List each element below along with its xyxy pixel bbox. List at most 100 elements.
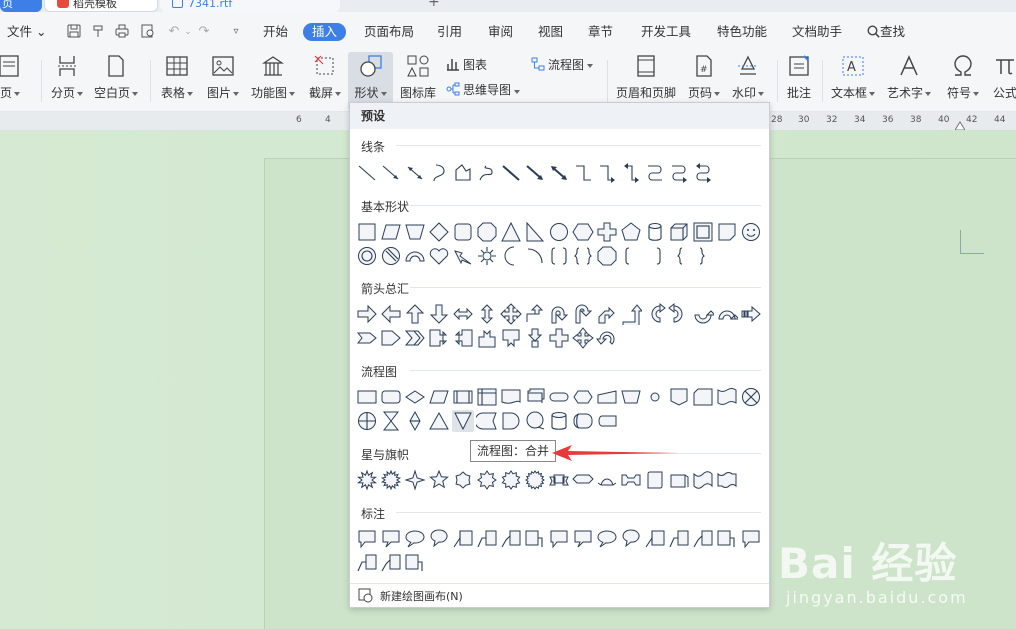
shape-option[interactable] (572, 386, 594, 408)
shape-option[interactable] (474, 410, 498, 432)
shape-option[interactable] (644, 469, 666, 491)
shape-option[interactable] (428, 303, 450, 325)
menu-item-review[interactable]: 审阅 (487, 23, 514, 41)
shape-option[interactable] (668, 469, 690, 491)
tab-home[interactable]: 页 (0, 0, 42, 12)
shape-option[interactable] (596, 303, 618, 325)
shape-option[interactable] (404, 245, 426, 267)
shape-option[interactable] (428, 327, 450, 349)
shape-option[interactable] (620, 221, 642, 243)
shape-option[interactable] (548, 221, 570, 243)
shape-option[interactable] (500, 245, 522, 267)
shape-option[interactable] (620, 162, 642, 184)
shape-option[interactable] (524, 386, 546, 408)
shape-option[interactable] (404, 221, 426, 243)
shape-option[interactable] (548, 469, 570, 491)
shape-option[interactable] (596, 528, 618, 550)
shape-option[interactable] (500, 327, 522, 349)
shape-option[interactable] (644, 528, 666, 550)
shape-option[interactable] (668, 302, 690, 325)
formula-button[interactable]: 公式 (990, 52, 1016, 110)
shape-option[interactable] (452, 303, 474, 325)
shape-option[interactable] (380, 221, 402, 243)
shape-option[interactable] (692, 303, 717, 325)
shape-option[interactable] (716, 221, 738, 243)
shape-option[interactable] (476, 327, 498, 349)
shape-option[interactable] (524, 162, 546, 184)
shape-option[interactable] (428, 469, 450, 491)
shape-option[interactable] (500, 221, 522, 243)
shape-option[interactable] (356, 386, 378, 408)
wordart-button[interactable]: 艺术字 (884, 52, 934, 110)
shape-option[interactable] (428, 410, 450, 432)
shape-option[interactable] (380, 410, 402, 432)
shape-option[interactable] (380, 162, 402, 184)
shape-option[interactable] (596, 386, 618, 408)
shape-option[interactable] (452, 469, 474, 491)
symbol-button[interactable]: 符号 (940, 52, 986, 110)
shape-option[interactable] (692, 162, 714, 184)
shape-option[interactable] (356, 303, 378, 325)
chart-button[interactable]: 图表 (446, 56, 487, 74)
shape-option[interactable] (548, 303, 570, 325)
menu-item-features[interactable]: 特色功能 (716, 23, 768, 41)
shape-option[interactable] (572, 162, 594, 184)
menu-item-doc-assistant[interactable]: 文档助手 (791, 23, 843, 41)
shape-option[interactable] (620, 303, 644, 327)
shape-option[interactable] (500, 410, 522, 432)
menu-item-developer[interactable]: 开发工具 (640, 23, 692, 41)
shape-option[interactable] (692, 245, 714, 267)
shape-option[interactable] (548, 386, 570, 408)
shape-option[interactable] (644, 221, 666, 243)
shape-option[interactable] (428, 386, 450, 408)
shape-option[interactable] (596, 162, 618, 184)
save-icon[interactable] (66, 24, 82, 40)
menu-item-page-layout[interactable]: 页面布局 (363, 23, 415, 41)
shape-option[interactable] (644, 162, 666, 184)
shape-option[interactable] (476, 469, 498, 491)
shape-option[interactable] (500, 162, 522, 184)
shape-option[interactable] (740, 386, 762, 408)
shape-option[interactable] (452, 386, 474, 408)
shape-option[interactable] (380, 303, 402, 325)
shape-option[interactable] (692, 469, 714, 491)
shape-option[interactable] (716, 528, 738, 550)
shape-option[interactable] (404, 528, 426, 550)
shape-option[interactable] (524, 528, 546, 550)
shape-option[interactable] (356, 552, 378, 574)
shape-option[interactable] (356, 327, 378, 349)
shape-option[interactable] (404, 303, 426, 325)
shape-option[interactable] (404, 327, 426, 349)
shape-option[interactable] (476, 221, 498, 243)
shape-option[interactable] (572, 245, 594, 267)
shape-option[interactable] (596, 410, 618, 432)
shape-option[interactable] (548, 528, 570, 550)
shape-option[interactable] (404, 386, 426, 408)
shape-option[interactable] (668, 221, 690, 243)
shape-option[interactable] (572, 221, 594, 243)
shape-option[interactable] (476, 386, 498, 408)
shape-option[interactable] (356, 221, 378, 243)
shape-option[interactable] (500, 528, 522, 550)
shape-option[interactable] (595, 327, 618, 349)
shape-option[interactable] (476, 162, 498, 184)
shape-option[interactable] (668, 162, 690, 184)
flowchart-button[interactable]: 流程图 (531, 56, 594, 74)
shape-option[interactable] (572, 327, 594, 349)
print-icon[interactable] (114, 24, 130, 40)
page-break-button[interactable]: 分页 (46, 52, 88, 110)
shape-option[interactable] (596, 221, 618, 243)
shape-option[interactable] (380, 386, 402, 408)
table-button[interactable]: 表格 (156, 52, 198, 110)
file-menu[interactable]: 文件 ⌄ (6, 23, 47, 41)
shape-option[interactable] (548, 162, 570, 184)
shape-option[interactable] (380, 245, 402, 267)
shape-option[interactable] (692, 528, 714, 550)
shape-option[interactable] (572, 410, 594, 432)
function-chart-button[interactable]: 功能图 (248, 52, 298, 110)
shape-option[interactable] (524, 303, 546, 325)
shape-option[interactable] (596, 469, 618, 491)
menu-item-insert[interactable]: 插入 (303, 23, 347, 41)
add-tab-icon[interactable]: + (428, 0, 442, 10)
shape-option[interactable] (668, 528, 690, 550)
